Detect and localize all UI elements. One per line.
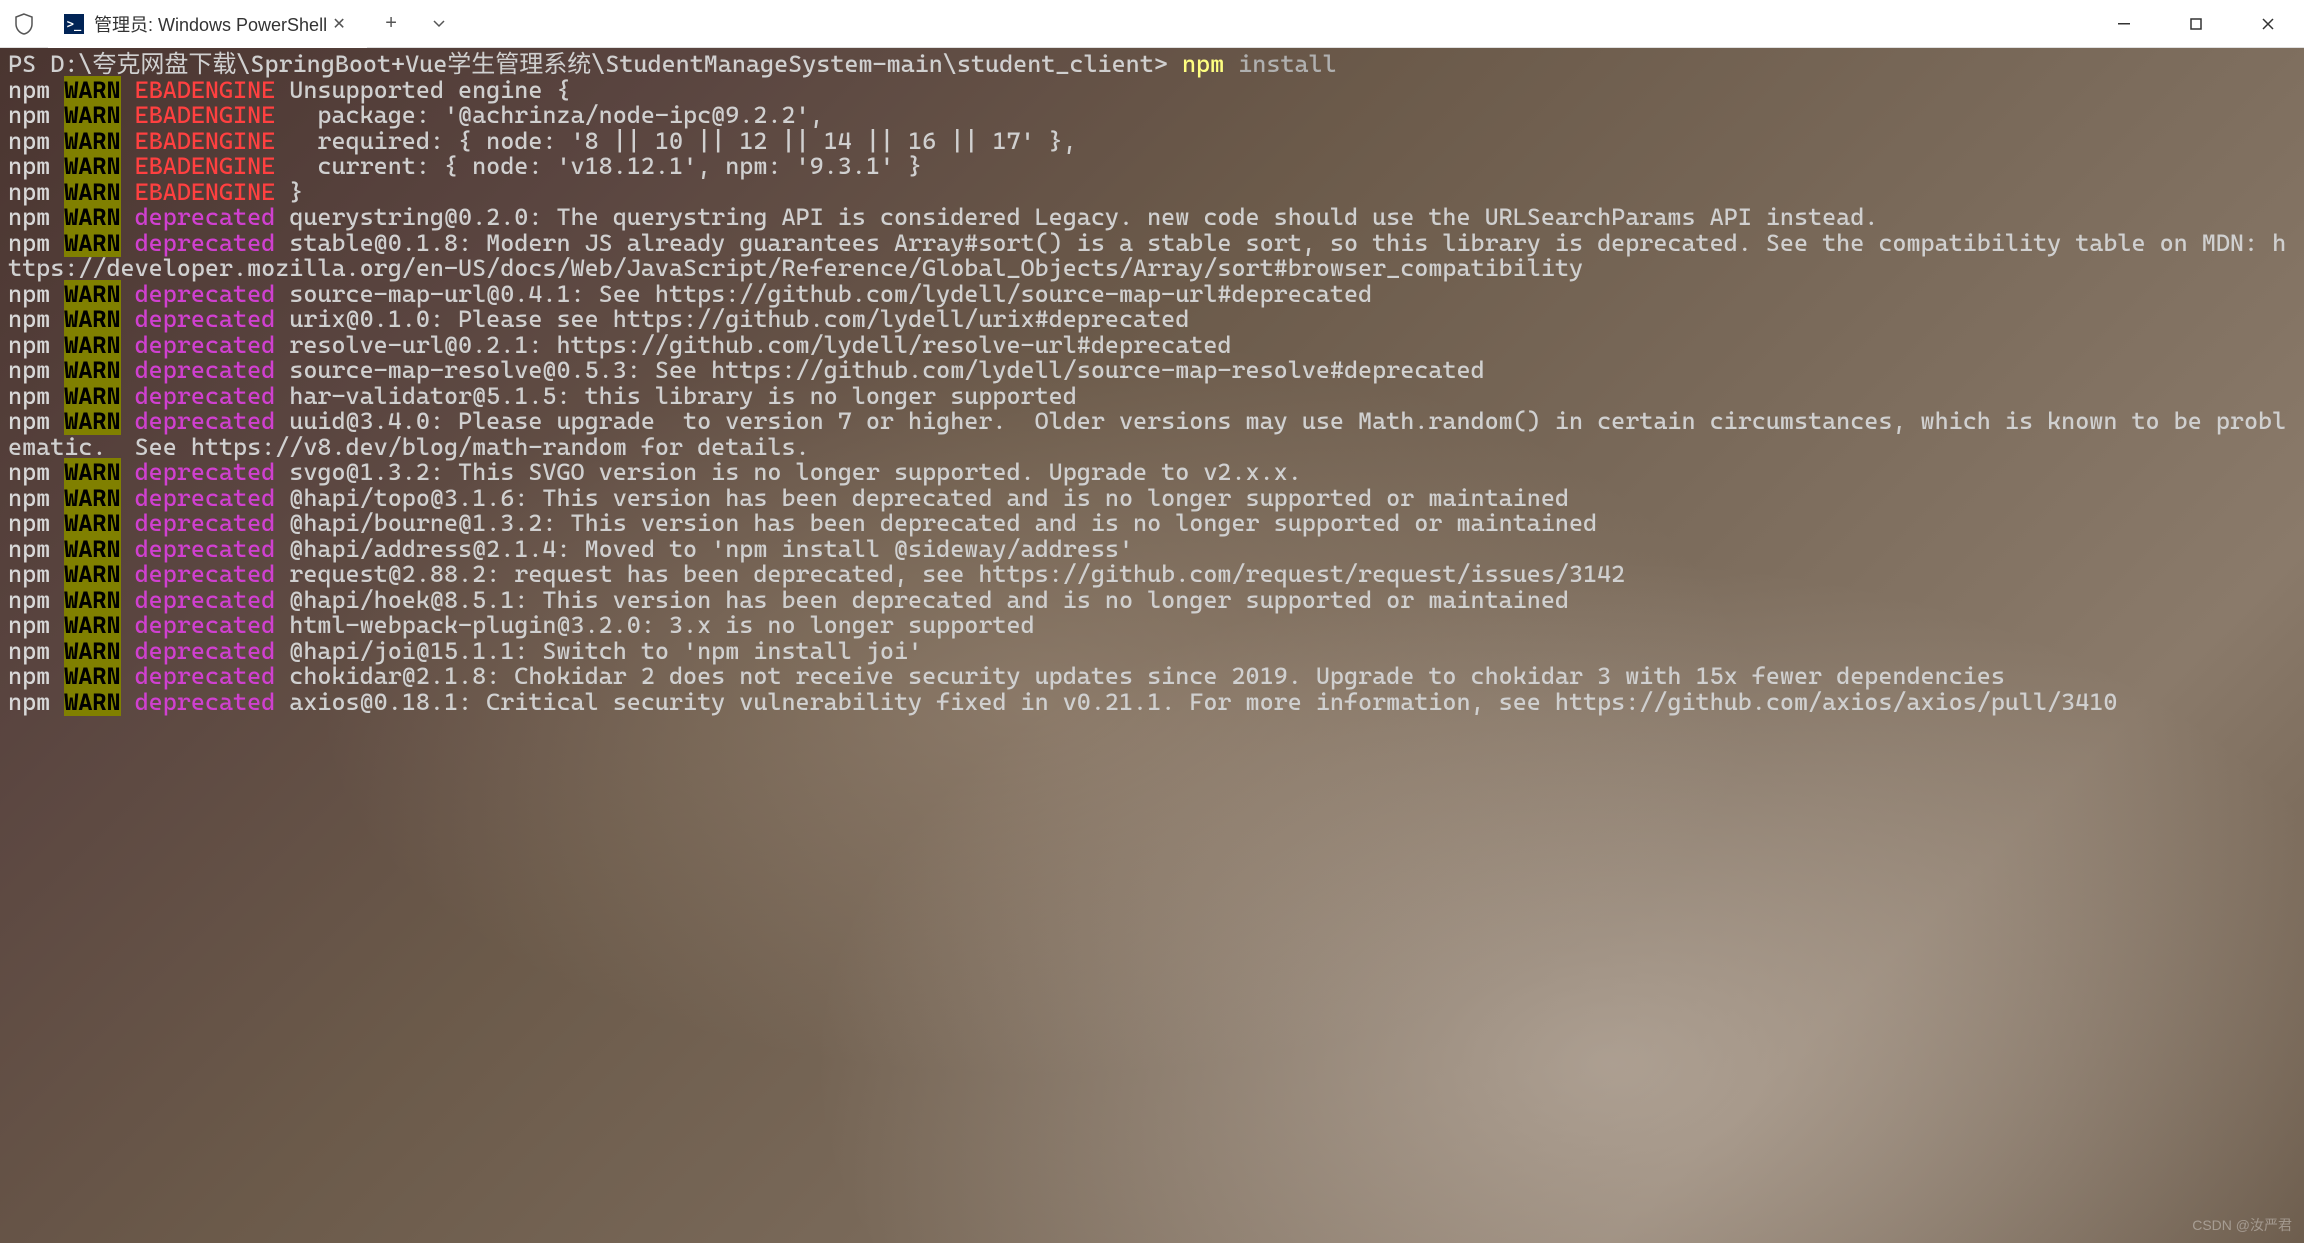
new-tab-button[interactable]: + — [367, 0, 415, 48]
powershell-icon: >_ — [64, 14, 84, 34]
maximize-button[interactable] — [2160, 0, 2232, 48]
shield-icon — [0, 0, 48, 48]
terminal[interactable]: PS D:\夸克网盘下载\SpringBoot+Vue学生管理系统\Studen… — [0, 48, 2304, 1243]
tab-powershell[interactable]: >_ 管理员: Windows PowerShell ✕ — [48, 0, 367, 48]
close-tab-button[interactable]: ✕ — [327, 12, 351, 36]
window-controls — [2088, 0, 2304, 48]
titlebar: >_ 管理员: Windows PowerShell ✕ + — [0, 0, 2304, 48]
close-window-button[interactable] — [2232, 0, 2304, 48]
watermark: CSDN @汝严君 — [2192, 1215, 2292, 1235]
tab-dropdown-button[interactable] — [415, 0, 463, 48]
terminal-content: PS D:\夸克网盘下载\SpringBoot+Vue学生管理系统\Studen… — [0, 48, 2304, 719]
tab-title: 管理员: Windows PowerShell — [94, 11, 327, 37]
minimize-button[interactable] — [2088, 0, 2160, 48]
